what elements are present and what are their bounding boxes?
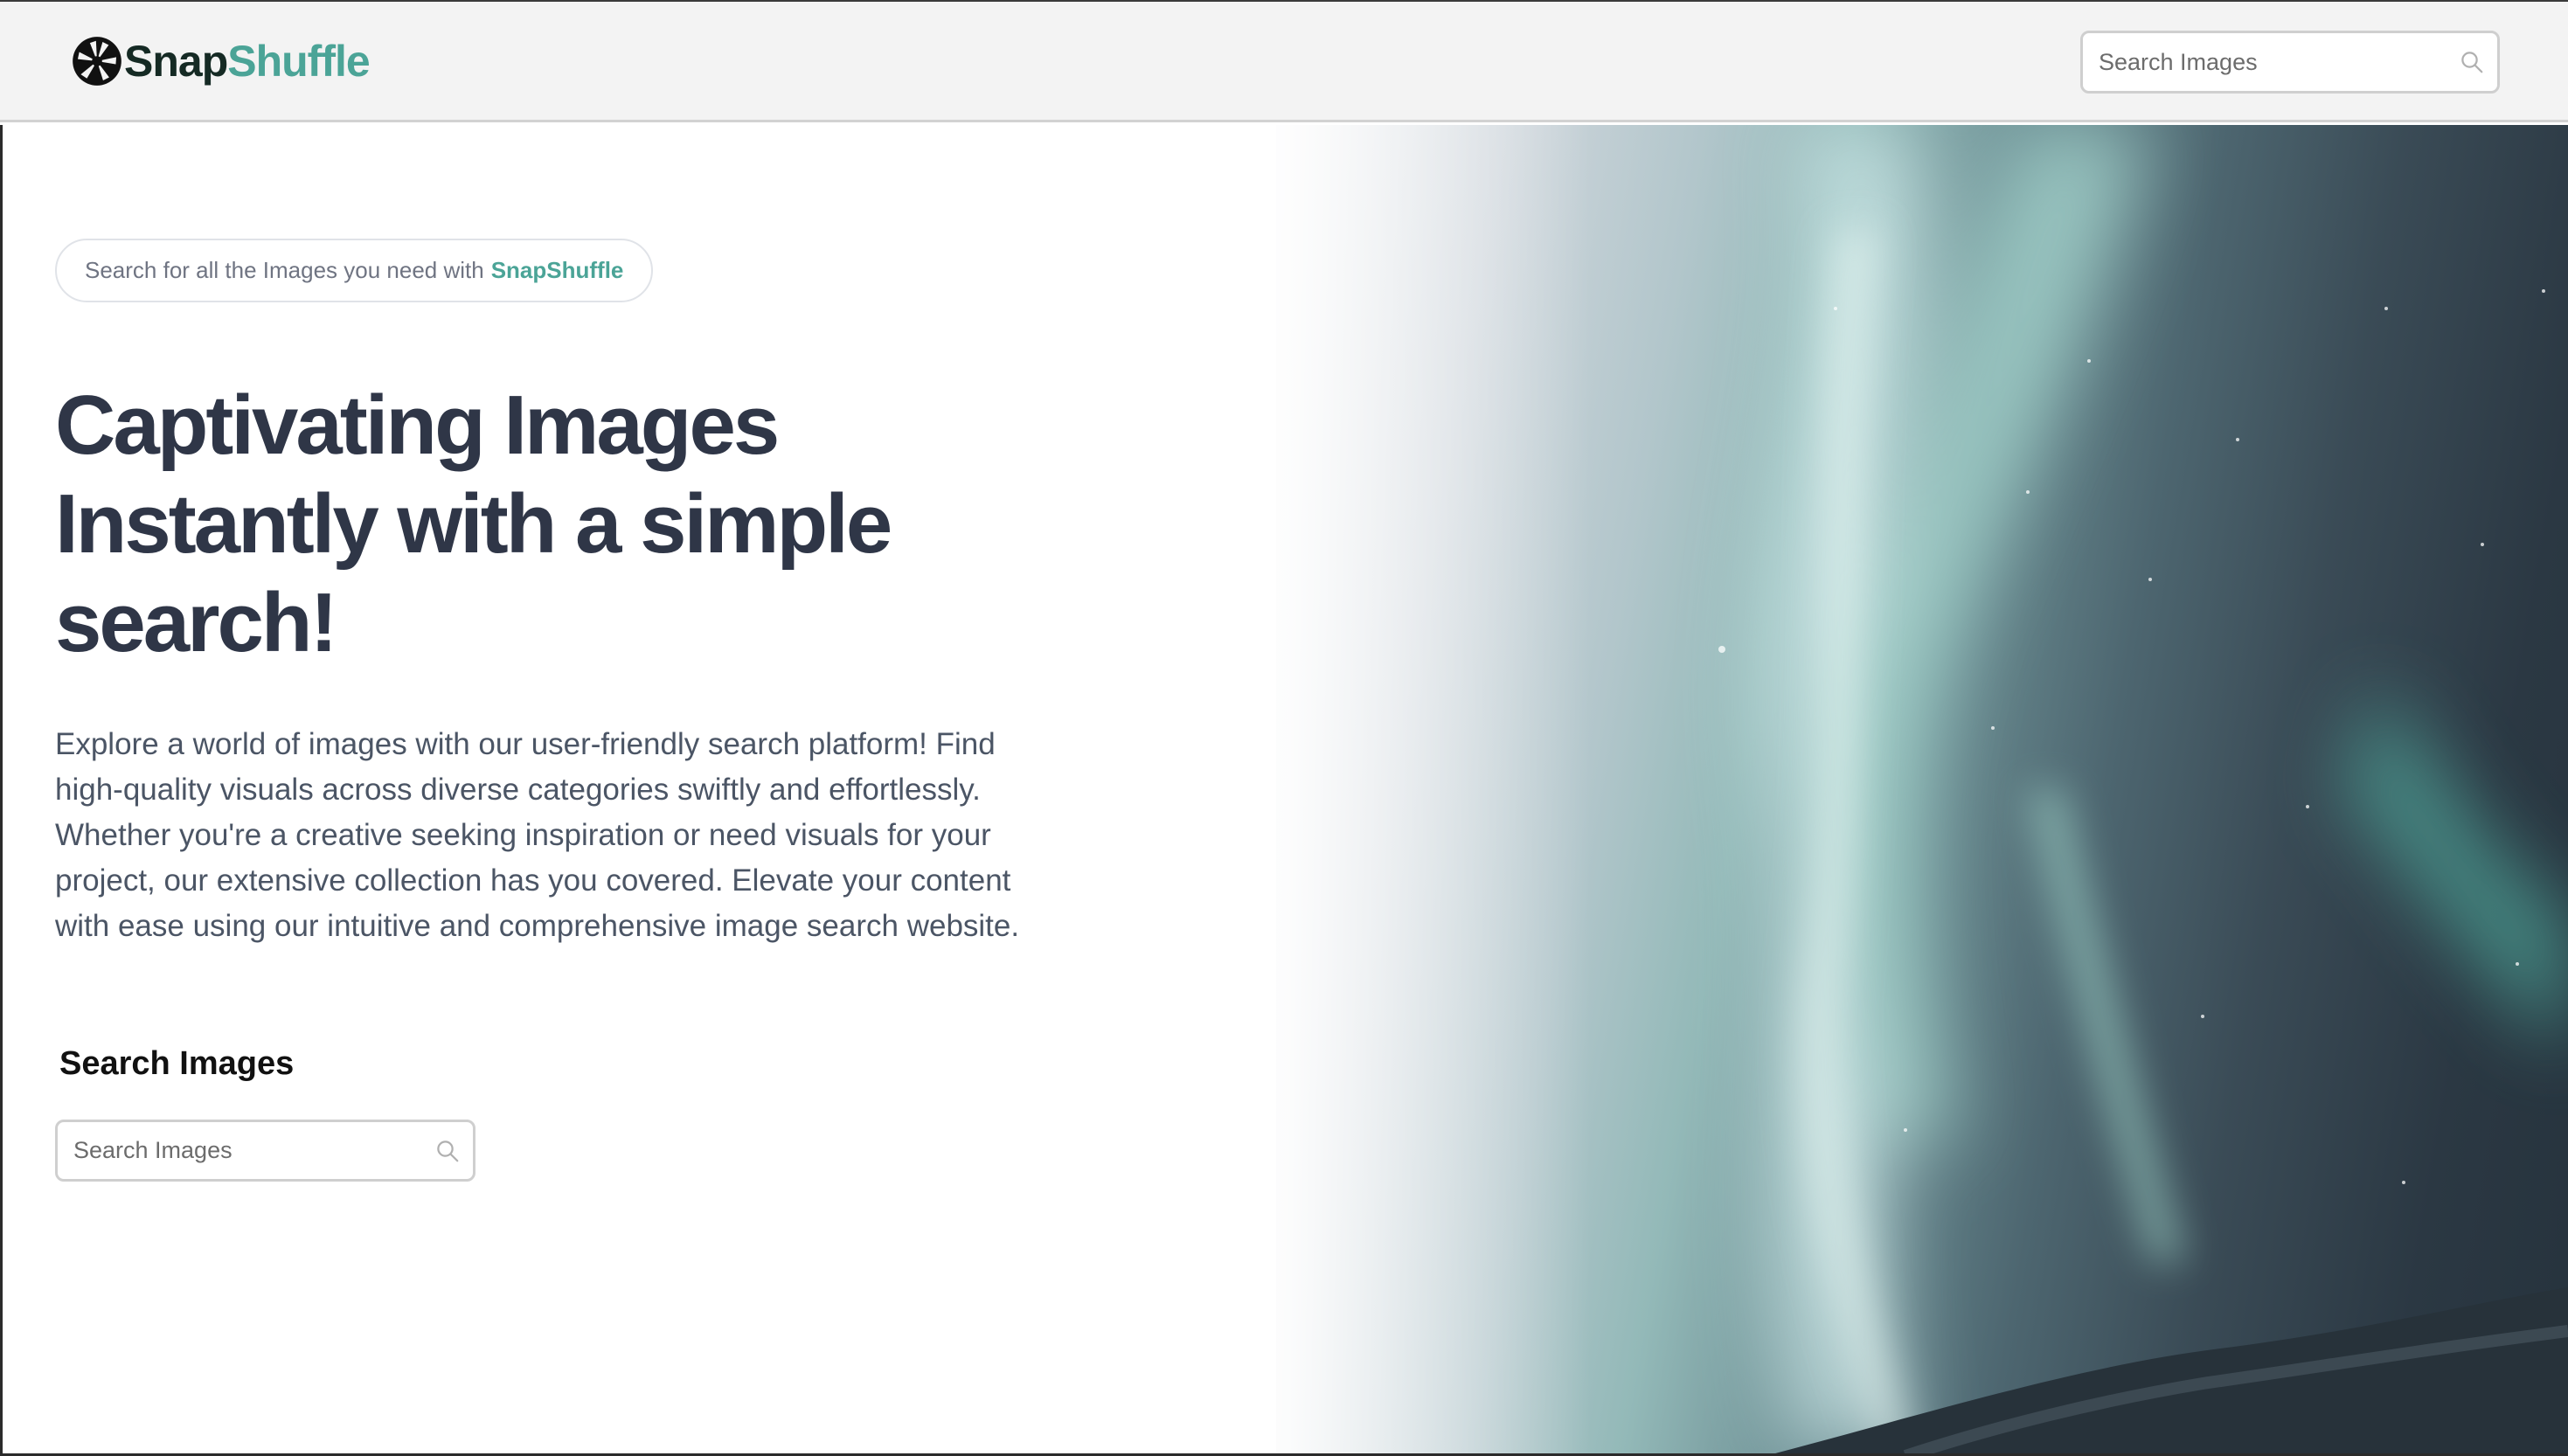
- page-title: Captivating Images Instantly with a simp…: [55, 376, 1104, 672]
- header-search-input[interactable]: [2083, 33, 2459, 91]
- intro-line-1: Explore a world of images with our user-…: [55, 727, 996, 761]
- headline-line-3: search!: [55, 576, 338, 669]
- intro-line-5: with ease using our intuitive and compre…: [55, 909, 1020, 943]
- headline-line-2: Instantly with a simple: [55, 477, 892, 571]
- window-frame-left: [0, 125, 3, 1456]
- image-fade-overlay: [1189, 125, 1591, 1456]
- top-navigation-bar: SnapShuffle: [0, 0, 2568, 122]
- intro-line-2: high-quality visuals across diverse cate…: [55, 773, 981, 807]
- tagline-pill: Search for all the Images you need with …: [55, 239, 654, 302]
- logo[interactable]: SnapShuffle: [72, 35, 371, 87]
- brand-name-part1: Snap: [124, 37, 228, 86]
- headline-line-1: Captivating Images: [55, 378, 780, 472]
- brand-name: SnapShuffle: [124, 37, 371, 86]
- header-search-box: [2080, 31, 2500, 94]
- search-icon[interactable]: [434, 1138, 461, 1164]
- tagline-text: Search for all the Images you need with: [85, 257, 484, 283]
- search-section-title: Search Images: [59, 1045, 295, 1082]
- intro-line-4: project, our extensive collection has yo…: [55, 863, 1011, 898]
- main-search-box: [55, 1120, 475, 1182]
- search-icon[interactable]: [2459, 49, 2485, 75]
- brand-name-part2: Shuffle: [227, 37, 370, 86]
- tagline-brand: SnapShuffle: [490, 257, 624, 283]
- intro-line-3: Whether you're a creative seeking inspir…: [55, 818, 991, 852]
- intro-paragraph: Explore a world of images with our user-…: [55, 722, 1069, 949]
- camera-aperture-icon: [73, 37, 121, 86]
- main-search-input[interactable]: [58, 1122, 434, 1179]
